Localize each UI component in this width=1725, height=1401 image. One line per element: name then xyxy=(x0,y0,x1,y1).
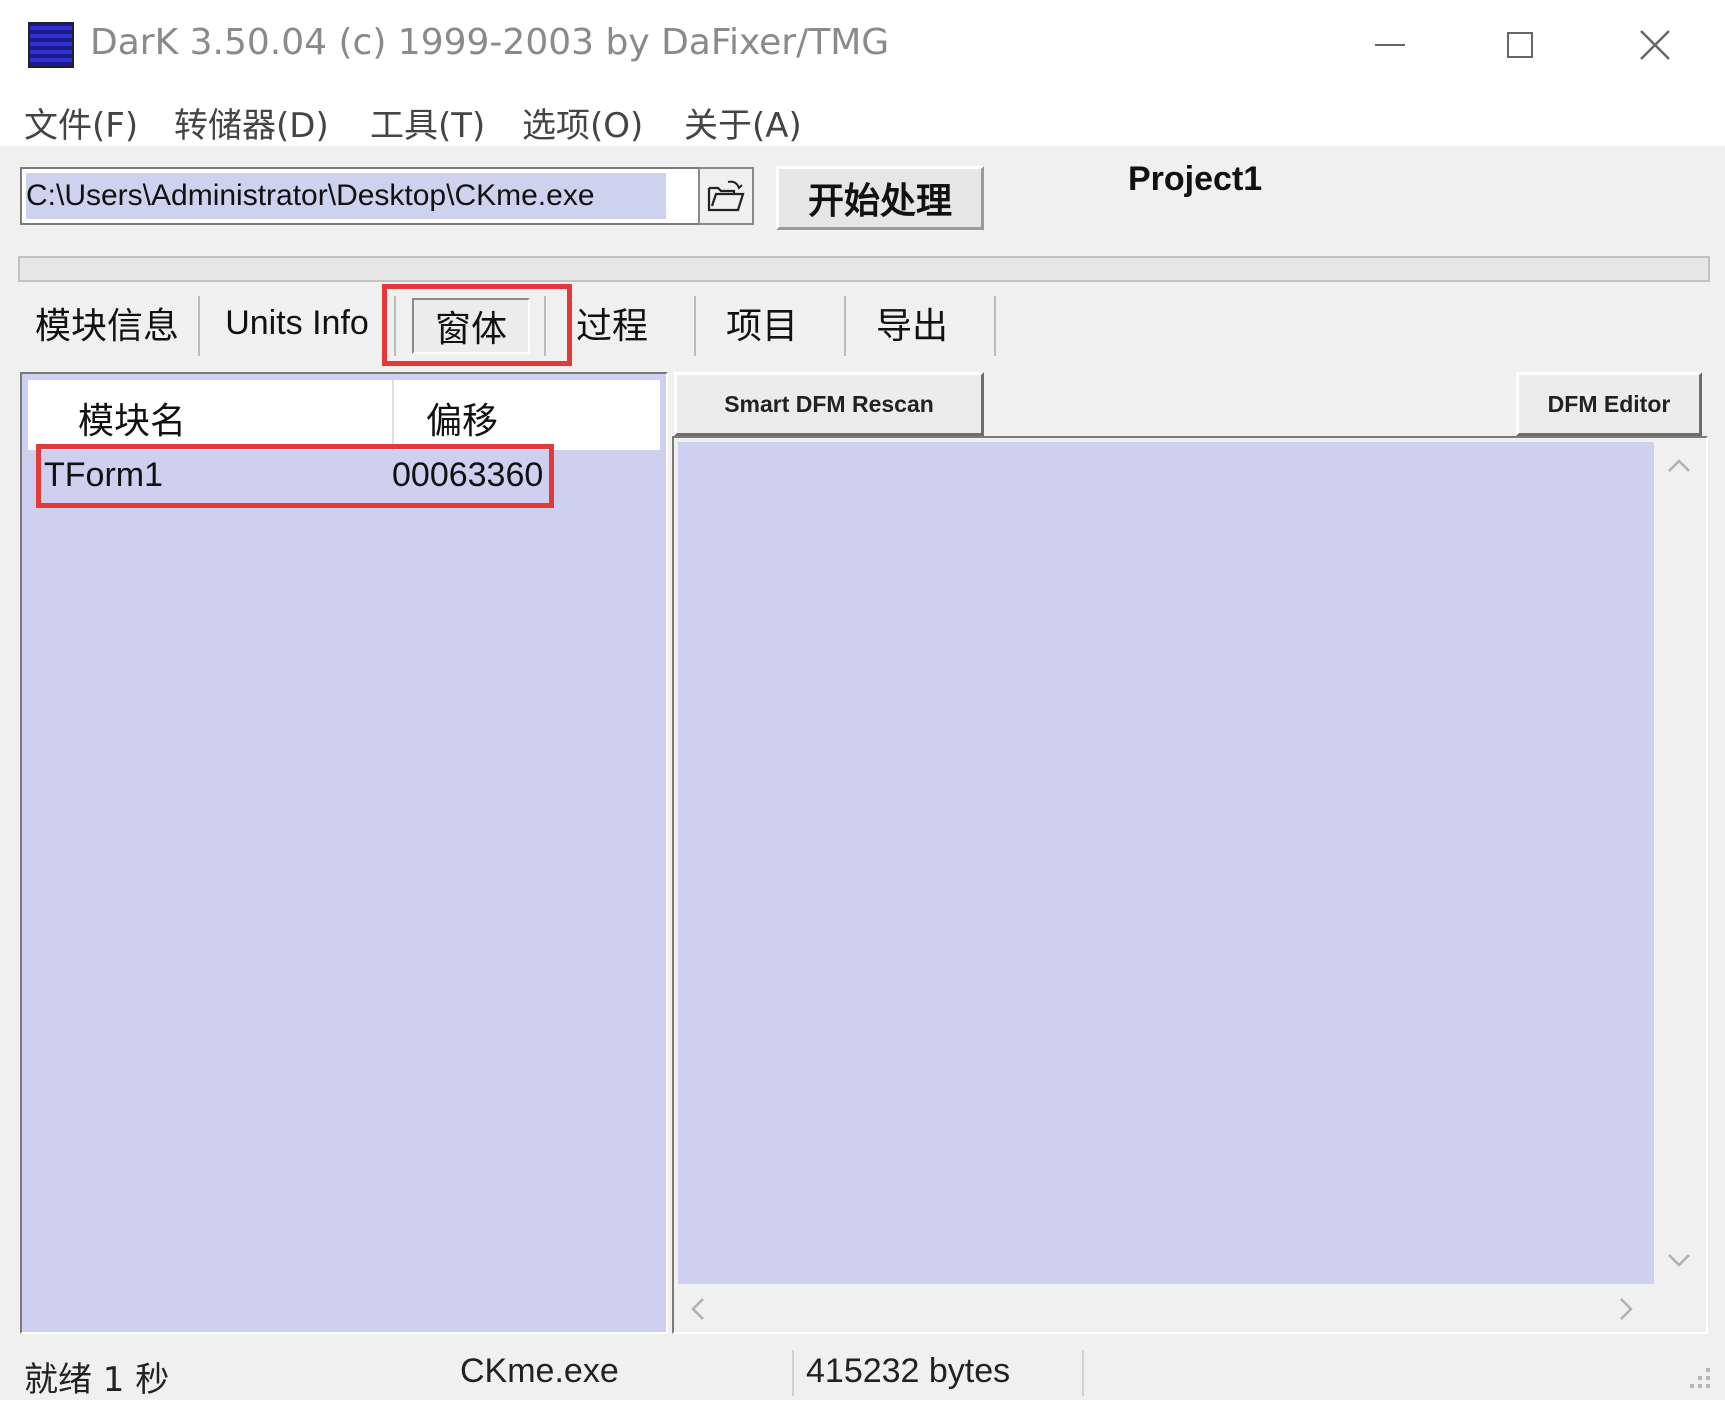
row-form-name[interactable]: TForm1 xyxy=(44,456,163,495)
tab-project[interactable]: 项目 xyxy=(722,292,802,354)
tab-separator xyxy=(394,296,396,356)
tab-forms[interactable]: 窗体 xyxy=(412,298,530,354)
resize-grip-icon[interactable] xyxy=(1686,1364,1714,1392)
minimize-icon xyxy=(1375,44,1405,46)
open-folder-icon xyxy=(707,180,745,212)
menu-tools[interactable]: 工具(T) xyxy=(370,98,485,147)
tab-separator xyxy=(844,296,846,356)
title-bar: DarK 3.50.04 (c) 1999-2003 by DaFixer/TM… xyxy=(0,0,1725,90)
dfm-text-area[interactable] xyxy=(678,442,1654,1284)
path-input[interactable]: C:\Users\Administrator\Desktop\CKme.exe xyxy=(26,173,666,219)
tab-separator xyxy=(994,296,996,356)
menu-bar: 文件(F) 转储器(D) 工具(T) 选项(O) 关于(A) xyxy=(0,90,1725,146)
column-separator[interactable] xyxy=(392,380,394,450)
start-process-button[interactable]: 开始处理 xyxy=(776,166,984,230)
tab-separator xyxy=(694,296,696,356)
row-form-offset[interactable]: 00063360 xyxy=(392,456,543,495)
project-name: Project1 xyxy=(1128,160,1263,198)
status-bar: 就绪 1 秒 CKme.exe 415232 bytes xyxy=(0,1346,1725,1400)
app-icon xyxy=(28,22,74,68)
close-icon xyxy=(1640,30,1670,60)
status-separator xyxy=(792,1350,794,1396)
scroll-up-icon[interactable] xyxy=(1666,458,1692,474)
maximize-icon xyxy=(1507,32,1533,58)
tab-units-info[interactable]: Units Info xyxy=(206,292,388,354)
forms-list[interactable]: 模块名 偏移 TForm1 00063360 xyxy=(20,372,668,1334)
vertical-scrollbar[interactable] xyxy=(1654,442,1704,1284)
column-header-offset[interactable]: 偏移 xyxy=(426,392,498,444)
column-header-module-name[interactable]: 模块名 xyxy=(78,392,186,444)
status-size: 415232 bytes xyxy=(806,1352,1011,1390)
path-combobox[interactable]: C:\Users\Administrator\Desktop\CKme.exe xyxy=(20,167,752,225)
maximize-button[interactable] xyxy=(1470,12,1570,78)
scroll-down-icon[interactable] xyxy=(1666,1252,1692,1268)
window-title: DarK 3.50.04 (c) 1999-2003 by DaFixer/TM… xyxy=(90,22,890,63)
smart-dfm-rescan-button[interactable]: Smart DFM Rescan xyxy=(674,372,984,436)
dfm-editor-button[interactable]: DFM Editor xyxy=(1516,372,1702,436)
dark-window: DarK 3.50.04 (c) 1999-2003 by DaFixer/TM… xyxy=(0,0,1725,1400)
menu-file[interactable]: 文件(F) xyxy=(24,98,138,147)
status-separator xyxy=(1082,1350,1084,1396)
horizontal-scrollbar[interactable] xyxy=(678,1284,1654,1330)
tab-separator xyxy=(198,296,200,356)
dfm-panel xyxy=(672,436,1708,1334)
close-button[interactable] xyxy=(1605,12,1705,78)
menu-options[interactable]: 选项(O) xyxy=(522,98,643,147)
status-file: CKme.exe xyxy=(460,1352,619,1390)
list-header: 模块名 偏移 xyxy=(28,380,660,450)
open-file-button[interactable] xyxy=(698,167,754,225)
tab-procedures[interactable]: 过程 xyxy=(572,292,652,354)
progress-bar xyxy=(18,256,1710,282)
menu-about[interactable]: 关于(A) xyxy=(684,98,802,147)
status-state: 就绪 1 秒 xyxy=(24,1360,170,1400)
tab-module-info[interactable]: 模块信息 xyxy=(22,292,192,354)
tab-separator xyxy=(544,296,546,356)
scroll-right-icon[interactable] xyxy=(1618,1296,1634,1322)
scroll-left-icon[interactable] xyxy=(690,1296,706,1322)
minimize-button[interactable] xyxy=(1340,12,1440,78)
menu-dumper[interactable]: 转储器(D) xyxy=(174,98,329,147)
tab-exports[interactable]: 导出 xyxy=(872,292,952,354)
